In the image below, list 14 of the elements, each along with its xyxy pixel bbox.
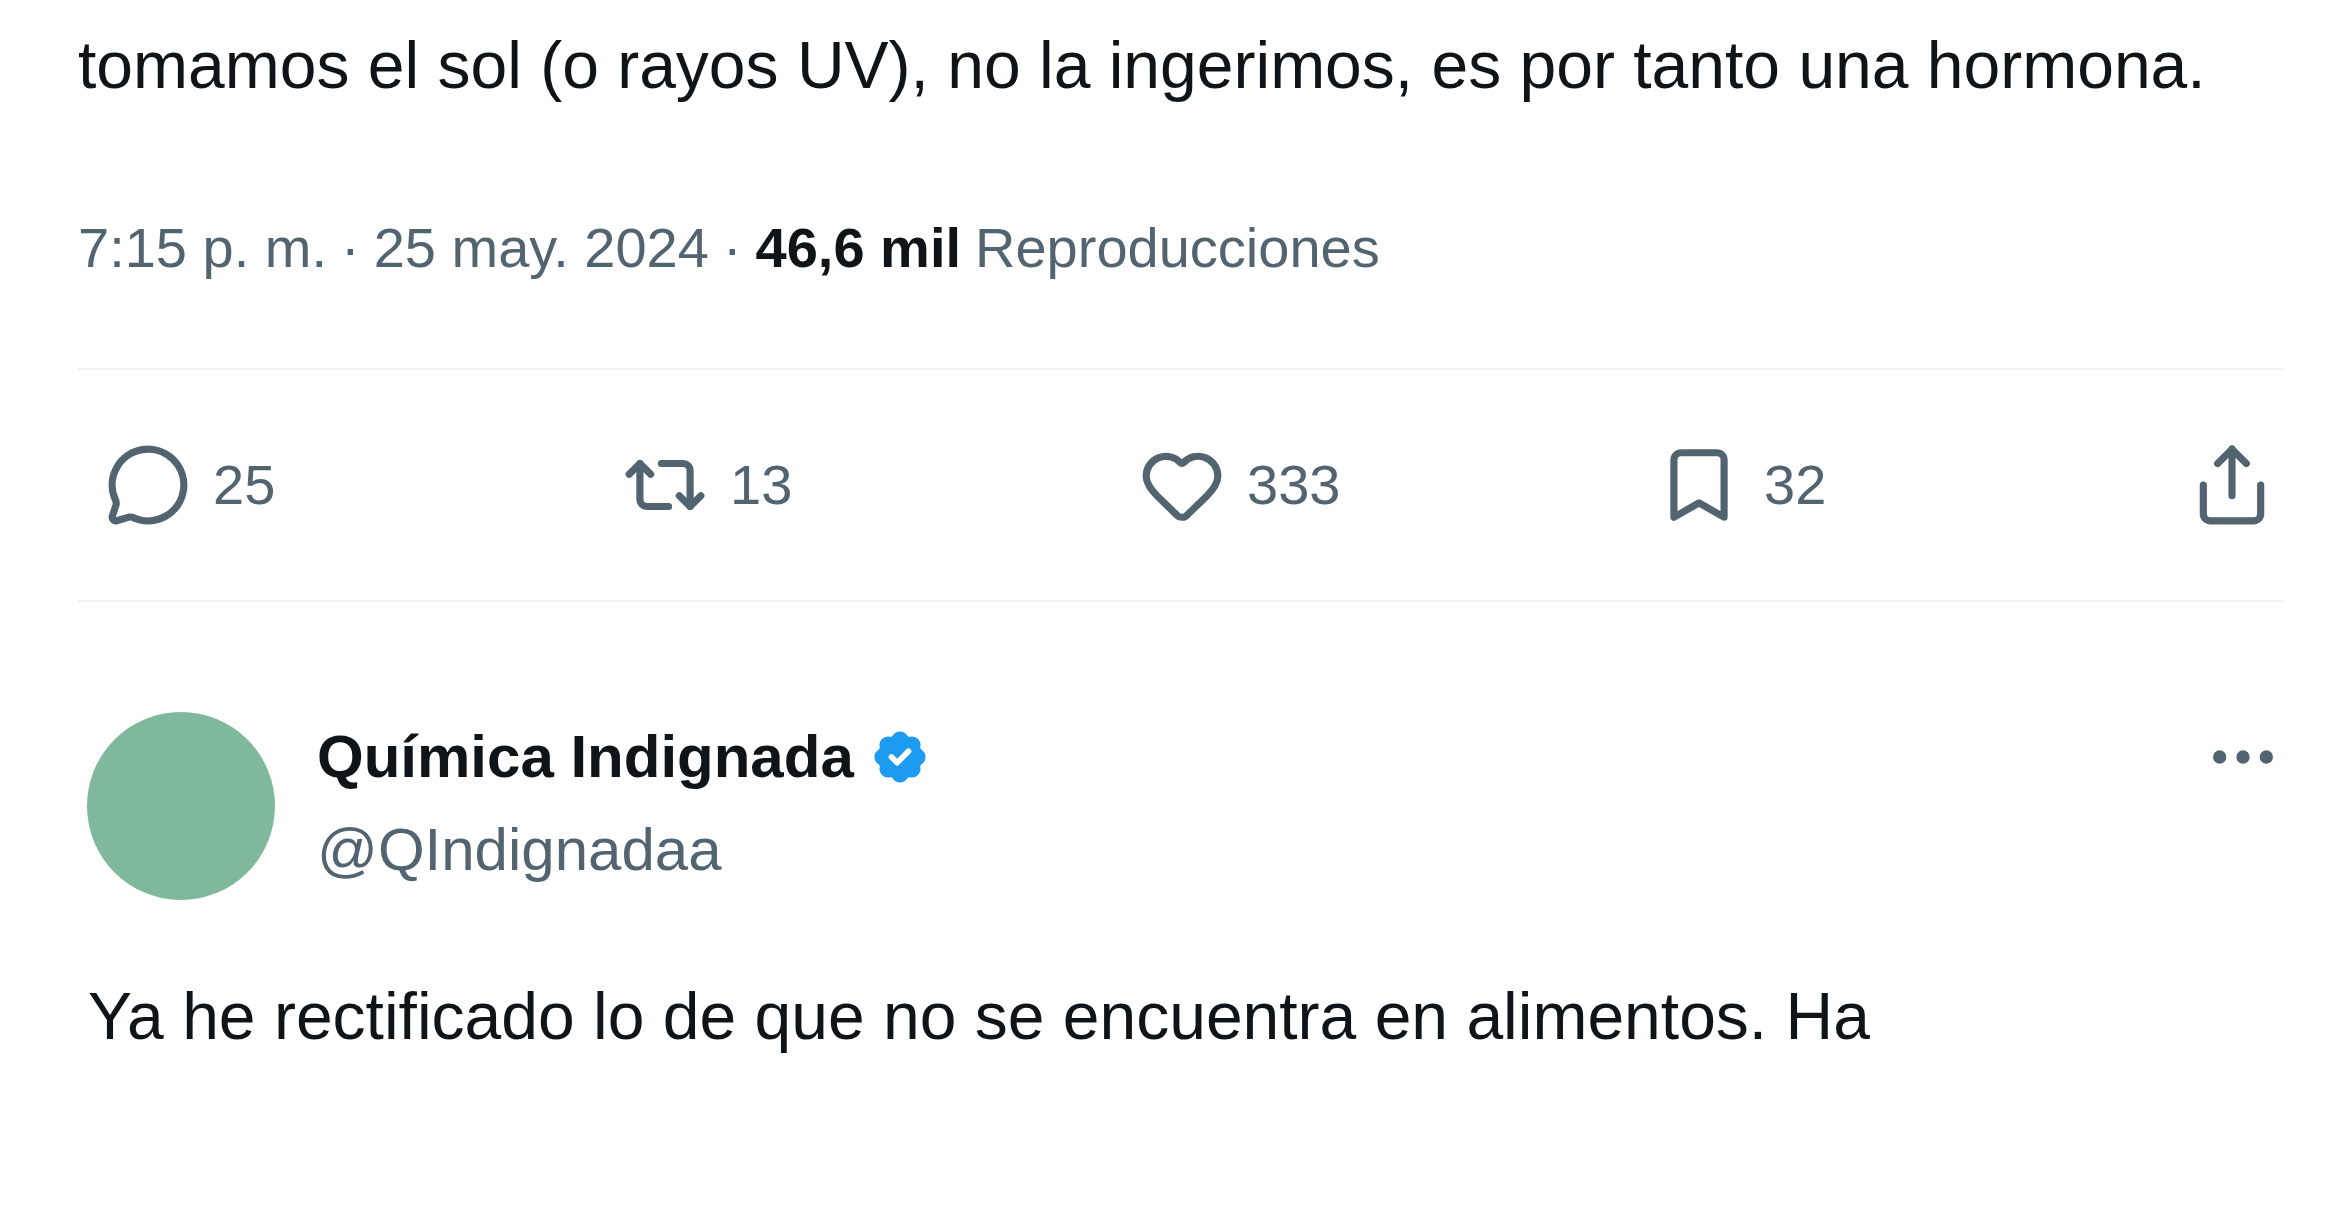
post-date[interactable]: 25 may. 2024 [373, 203, 709, 293]
post-time[interactable]: 7:15 p. m. [78, 203, 328, 293]
bookmark-button[interactable]: 32 [1656, 442, 2173, 528]
views-count: 46,6 mil [755, 215, 961, 281]
post-text: tomamos el sol (o rayos UV), no la ingerimos, es por tanto una hormona. [78, 27, 2207, 104]
repost-button[interactable]: 13 [622, 442, 1139, 528]
reply-text: Ya he rectificado lo de que no se encuentra en alimentos. Ha [87, 978, 1871, 1055]
views-label: Reproducciones [975, 215, 1380, 281]
reply-button[interactable]: 25 [105, 442, 622, 528]
separator-dot: · [341, 215, 360, 281]
author-name[interactable]: Química Indignada [317, 717, 854, 797]
separator-dot: · [722, 215, 742, 281]
like-button[interactable]: 333 [1139, 442, 1656, 528]
author-handle[interactable]: @QIndignadaa [317, 810, 934, 890]
